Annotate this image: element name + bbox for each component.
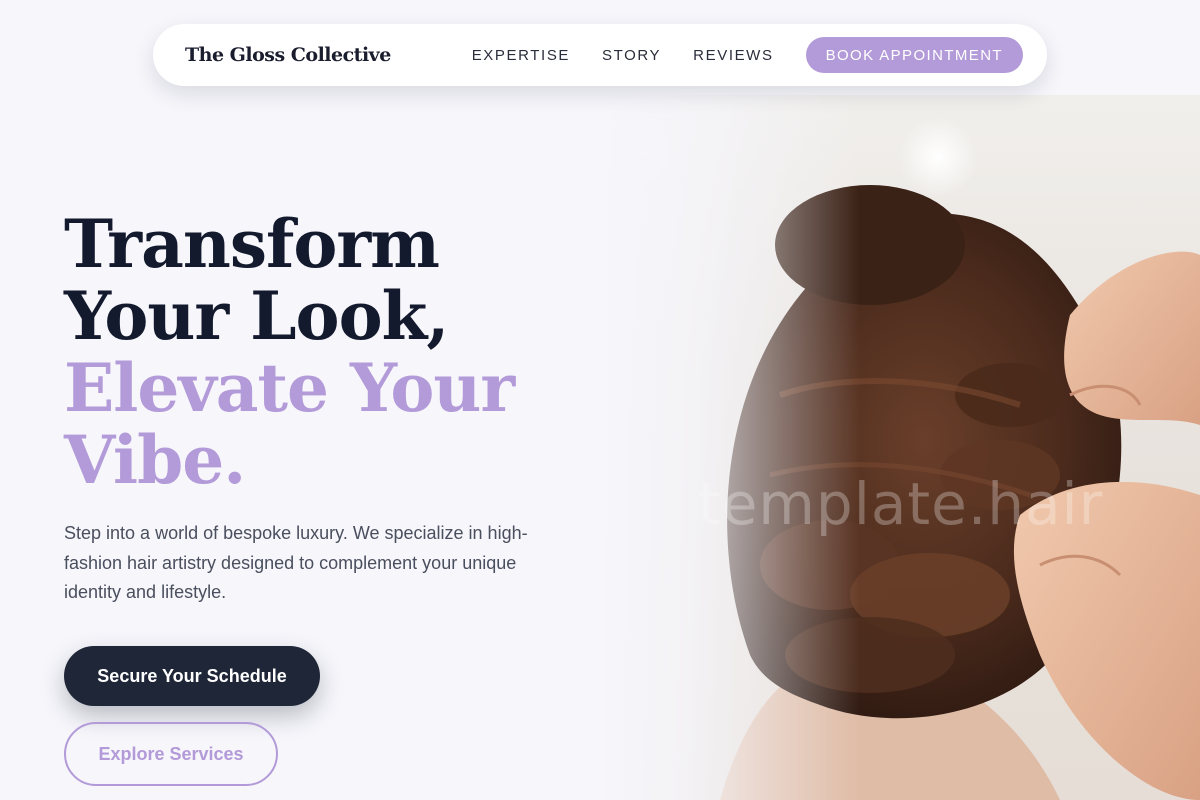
hero-description: Step into a world of bespoke luxury. We … (64, 523, 528, 602)
top-navbar: The Gloss Collective EXPERTISE STORY REV… (153, 24, 1047, 86)
hero-heading-line-1: Transform (64, 205, 440, 283)
hero-heading: Transform Your Look, Elevate Your Vibe. (64, 205, 515, 499)
explore-services-button[interactable]: Explore Services (64, 722, 278, 786)
nav-links: EXPERTISE STORY REVIEWS BOOK APPOINTMENT (472, 37, 1023, 73)
hero-heading-line-2: Your Look, (64, 277, 449, 355)
brand-logo[interactable]: The Gloss Collective (185, 44, 391, 66)
nav-link-reviews[interactable]: REVIEWS (693, 47, 773, 64)
secure-schedule-button[interactable]: Secure Your Schedule (64, 646, 320, 706)
hero-image (600, 95, 1200, 800)
hero-heading-accent-line-2: Vibe. (64, 421, 246, 499)
image-watermark: template.hair (698, 470, 1104, 538)
book-appointment-button[interactable]: BOOK APPOINTMENT (805, 37, 1023, 73)
hero-heading-accent-line-1: Elevate Your (64, 349, 515, 427)
nav-link-story[interactable]: STORY (602, 47, 661, 64)
image-fade-overlay (600, 95, 860, 800)
nav-link-expertise[interactable]: EXPERTISE (472, 47, 570, 64)
